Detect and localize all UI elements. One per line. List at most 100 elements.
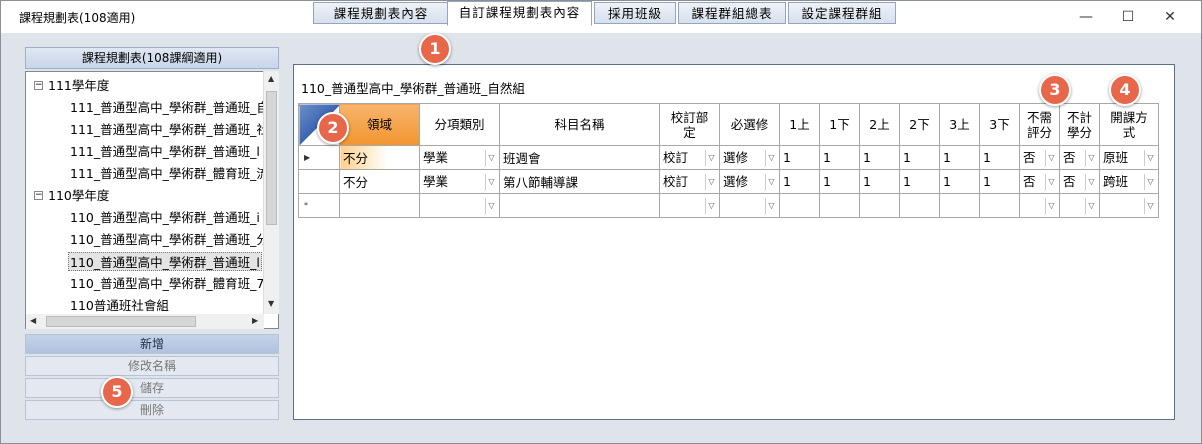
grid-combo-cell[interactable]: ▽ (1099, 193, 1159, 218)
row-header[interactable]: ▶ (298, 145, 340, 170)
column-header[interactable]: 3下 (979, 103, 1020, 146)
combo-box[interactable]: ▽ (1063, 196, 1096, 216)
combo-box[interactable]: 否 ▽ (1023, 148, 1056, 168)
grid-cell[interactable] (859, 193, 900, 218)
chevron-down-icon[interactable]: ▽ (705, 173, 717, 190)
chevron-down-icon[interactable]: ▽ (1085, 149, 1097, 166)
grid-cell[interactable]: 不分 (339, 169, 420, 194)
grid-cell[interactable]: 班週會 (499, 145, 660, 170)
column-header[interactable]: 3上 (939, 103, 980, 146)
chevron-down-icon[interactable]: ▽ (765, 197, 777, 214)
grid-cell[interactable]: 1 (859, 169, 900, 194)
chevron-down-icon[interactable]: ▽ (765, 149, 777, 166)
scroll-right-icon[interactable]: ▶ (252, 316, 258, 325)
grid-cell[interactable] (899, 193, 940, 218)
tab-set-course-group[interactable]: 設定課程群組 (788, 2, 896, 24)
chevron-down-icon[interactable]: ▽ (705, 149, 717, 166)
grid-cell[interactable]: 1 (899, 169, 940, 194)
tree-year-node[interactable]: 110學年度 (48, 186, 109, 205)
combo-box[interactable]: ▽ (1103, 196, 1155, 216)
tree-item[interactable]: 110_普通型高中_學術群_體育班_7 (70, 274, 264, 293)
column-header[interactable]: 領域 (339, 103, 420, 146)
tab-curriculum-content[interactable]: 課程規劃表內容 (313, 2, 449, 24)
chevron-down-icon[interactable]: ▽ (1085, 173, 1097, 190)
tab-applied-classes[interactable]: 採用班級 (594, 2, 676, 24)
grid-cell[interactable]: 1 (819, 145, 860, 170)
column-header[interactable]: 2上 (859, 103, 900, 146)
grid-cell[interactable]: 1 (939, 169, 980, 194)
combo-box[interactable]: 校訂 ▽ (663, 148, 716, 168)
grid-cell[interactable]: 1 (979, 145, 1020, 170)
grid-combo-cell[interactable]: 否 ▽ (1019, 169, 1060, 194)
maximize-button[interactable]: ☐ (1105, 1, 1151, 33)
grid-cell[interactable] (779, 193, 820, 218)
grid-cell[interactable]: 1 (899, 145, 940, 170)
chevron-down-icon[interactable]: ▽ (765, 173, 777, 190)
chevron-down-icon[interactable]: ▽ (485, 173, 497, 190)
grid-combo-cell[interactable]: ▽ (419, 193, 500, 218)
chevron-down-icon[interactable]: ▽ (485, 197, 497, 214)
combo-box[interactable]: 否 ▽ (1063, 148, 1096, 168)
tab-custom-curriculum-content[interactable]: 自訂課程規劃表內容 (447, 1, 592, 26)
minimize-button[interactable]: — (1063, 1, 1109, 33)
grid-cell[interactable] (339, 193, 420, 218)
combo-box[interactable]: 否 ▽ (1023, 172, 1056, 192)
save-button[interactable]: 儲存 (25, 378, 279, 398)
grid-cell[interactable] (499, 193, 660, 218)
vertical-scroll-thumb[interactable] (266, 91, 277, 225)
table-row[interactable]: ▶ 不分 學業 ▽ 班週會 校訂 ▽ 選修 ▽ 1 1 1 1 1 1 否 ▽ 否 ▽ 原班 ▽ (298, 145, 1159, 170)
grid-combo-cell[interactable]: 校訂 ▽ (659, 145, 720, 170)
grid-combo-cell[interactable]: 選修 ▽ (719, 145, 780, 170)
grid-cell[interactable] (939, 193, 980, 218)
grid-combo-cell[interactable]: ▽ (1059, 193, 1100, 218)
chevron-down-icon[interactable]: ▽ (1085, 197, 1097, 214)
grid-combo-cell[interactable]: 選修 ▽ (719, 169, 780, 194)
collapse-icon[interactable]: − (34, 81, 43, 90)
chevron-down-icon[interactable]: ▽ (705, 197, 717, 214)
grid-cell[interactable]: 1 (979, 169, 1020, 194)
combo-box[interactable]: 學業 ▽ (423, 172, 496, 192)
column-header[interactable]: 開課方式 (1099, 103, 1159, 146)
tab-course-group-summary[interactable]: 課程群組總表 (678, 2, 786, 24)
grid-combo-cell[interactable]: 跨班 ▽ (1099, 169, 1159, 194)
chevron-down-icon[interactable]: ▽ (1045, 149, 1057, 166)
grid-cell[interactable]: 1 (939, 145, 980, 170)
combo-box[interactable]: ▽ (1023, 196, 1056, 216)
tree-item[interactable]: 111_普通型高中_學術群_普通班_自 (70, 98, 269, 117)
grid-combo-cell[interactable]: 原班 ▽ (1099, 145, 1159, 170)
combo-box[interactable]: 選修 ▽ (723, 172, 776, 192)
scroll-down-icon[interactable]: ▼ (268, 299, 274, 308)
delete-button[interactable]: 刪除 (25, 400, 279, 420)
scroll-left-icon[interactable]: ◀ (30, 316, 36, 325)
tree-item[interactable]: 110_普通型高中_學術群_普通班_i (70, 208, 260, 227)
grid-combo-cell[interactable]: 否 ▽ (1059, 145, 1100, 170)
rename-button[interactable]: 修改名稱 (25, 356, 279, 376)
combo-box[interactable]: 原班 ▽ (1103, 148, 1155, 168)
grid-combo-cell[interactable]: ▽ (1019, 193, 1060, 218)
row-header[interactable] (298, 169, 340, 194)
combo-box[interactable]: 跨班 ▽ (1103, 172, 1155, 192)
grid-combo-cell[interactable]: ▽ (659, 193, 720, 218)
horizontal-scroll-thumb[interactable] (46, 316, 196, 327)
column-header[interactable]: 科目名稱 (499, 103, 660, 146)
grid-cell[interactable] (819, 193, 860, 218)
column-header[interactable]: 1上 (779, 103, 820, 146)
close-button[interactable]: ✕ (1147, 1, 1193, 33)
grid-combo-cell[interactable]: ▽ (719, 193, 780, 218)
grid-cell[interactable]: 1 (859, 145, 900, 170)
chevron-down-icon[interactable]: ▽ (485, 149, 497, 166)
grid-cell[interactable]: 第八節輔導課 (499, 169, 660, 194)
grid-cell[interactable] (979, 193, 1020, 218)
grid-cell[interactable]: 1 (779, 145, 820, 170)
column-header[interactable]: 不計 學分 (1059, 103, 1100, 146)
scroll-up-icon[interactable]: ▲ (268, 74, 274, 83)
grid-combo-cell[interactable]: 校訂 ▽ (659, 169, 720, 194)
tree-item[interactable]: 110普通班社會組 (70, 296, 169, 315)
row-header[interactable]: * (298, 193, 340, 218)
grid-combo-cell[interactable]: 學業 ▽ (419, 145, 500, 170)
column-header[interactable]: 1下 (819, 103, 860, 146)
chevron-down-icon[interactable]: ▽ (1045, 197, 1057, 214)
tree-item[interactable]: 111_普通型高中_學術群_普通班_l (70, 142, 260, 161)
chevron-down-icon[interactable]: ▽ (1144, 173, 1156, 190)
tree-item-selected[interactable]: 110_普通型高中_學術群_普通班_l (68, 252, 262, 271)
